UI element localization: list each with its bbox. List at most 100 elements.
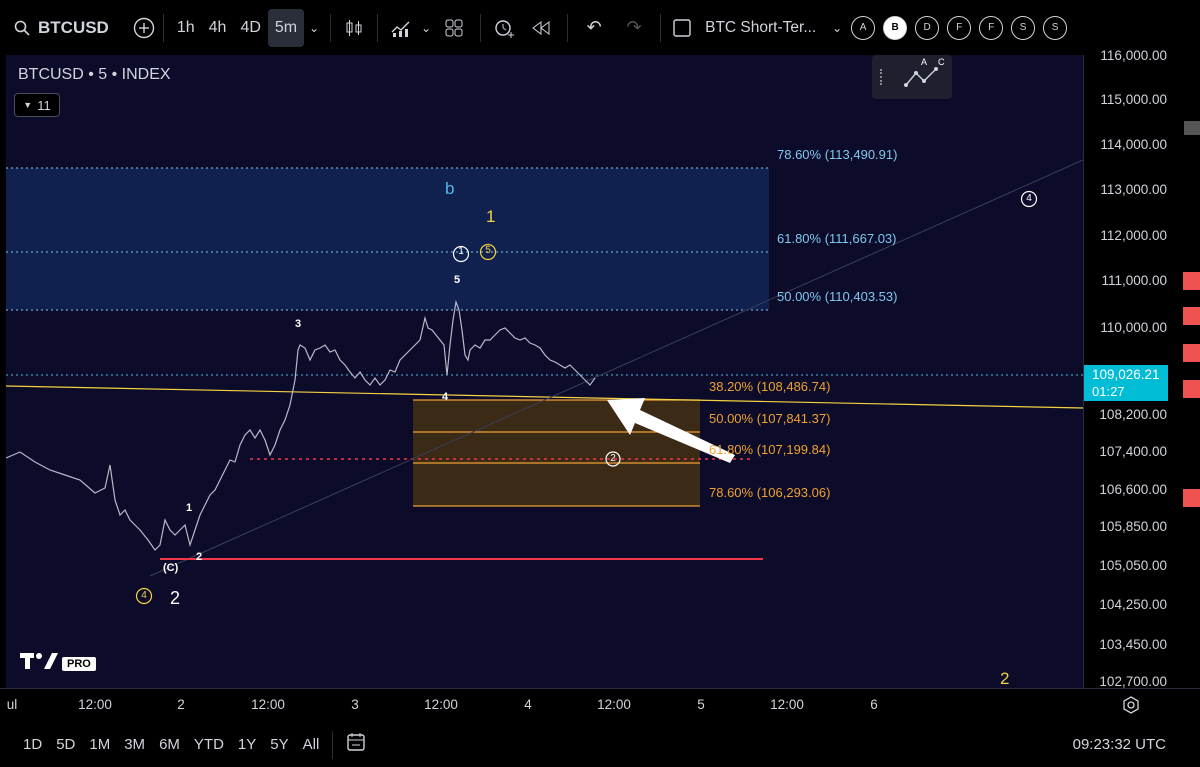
fib-upper-label-618: 61.80% (111,667.03) (777, 231, 897, 246)
wave-label-5: 5 (454, 274, 461, 286)
layout-name[interactable]: BTC Short-Ter... (705, 9, 827, 47)
time-label: ul (6, 697, 18, 712)
wave-label-1-yellow: 1 (486, 207, 496, 226)
replay-icon[interactable] (521, 9, 561, 47)
date-range-icon[interactable] (345, 731, 367, 758)
dropdown-icon[interactable]: ⌄ (418, 9, 434, 47)
price-label: 114,000.00 (1100, 137, 1167, 152)
add-symbol-icon[interactable] (131, 9, 157, 47)
time-axis[interactable]: ul 12:00 2 12:00 3 12:00 4 12:00 5 12:00… (0, 688, 1200, 723)
wave-label-1: 1 (186, 502, 193, 514)
range-ytd[interactable]: YTD (194, 736, 224, 753)
range-5y[interactable]: 5Y (270, 736, 288, 753)
tv-logo-mark (20, 652, 58, 675)
chart-pane[interactable]: 78.60% (113,490.91) 61.80% (111,667.03) … (6, 55, 1083, 688)
wave-label-b: b (445, 179, 455, 198)
time-label: 6 (870, 697, 878, 712)
fib-upper-zone (6, 168, 769, 310)
time-label: 12:00 (597, 697, 631, 712)
price-label: 105,850.00 (1099, 519, 1167, 534)
range-1y[interactable]: 1Y (238, 736, 256, 753)
utc-clock[interactable]: 09:23:32 UTC (1073, 736, 1166, 753)
range-all[interactable]: All (303, 736, 320, 753)
wave-label-2-small: 2 (196, 551, 203, 563)
letter-button-d[interactable]: D (915, 15, 940, 40)
scroll-handle[interactable] (1184, 121, 1200, 135)
redo-icon[interactable]: ↷ (614, 9, 654, 47)
price-label: 110,000.00 (1100, 320, 1167, 335)
time-label: 12:00 (424, 697, 458, 712)
price-label: 103,450.00 (1099, 637, 1167, 652)
alert-marker[interactable] (1183, 489, 1200, 507)
range-1d[interactable]: 1D (23, 736, 42, 753)
range-5d[interactable]: 5D (56, 736, 75, 753)
candles-icon[interactable] (337, 9, 371, 47)
interval-5m[interactable]: 5m (267, 8, 305, 47)
wave-circ4-right-text: 4 (1026, 193, 1032, 204)
interval-4h[interactable]: 4h (202, 9, 234, 47)
fib-lower-label-618: 61.80% (107,199.84) (709, 442, 831, 457)
letter-button-b[interactable]: B (883, 15, 908, 40)
search-icon[interactable] (12, 9, 32, 47)
fib-upper-label-500: 50.00% (110,403.53) (777, 289, 898, 304)
indicator-count: 11 (37, 97, 51, 113)
indicator-toggle[interactable]: ▼ 11 (14, 93, 60, 117)
price-axis[interactable]: 116,000.00 115,000.00 114,000.00 113,000… (1083, 48, 1200, 689)
price-label: 115,000.00 (1100, 92, 1167, 107)
time-label: 12:00 (251, 697, 285, 712)
interval-dropdown-icon[interactable]: ⌄ (304, 9, 324, 47)
time-label: 5 (697, 697, 705, 712)
time-label: 2 (177, 697, 185, 712)
layout-dropdown-icon[interactable]: ⌄ (827, 9, 847, 47)
time-label: 12:00 (78, 697, 112, 712)
letter-button-s2[interactable]: S (1043, 15, 1068, 40)
wave-label-3: 3 (295, 318, 302, 330)
wave-label-c: (C) (163, 562, 179, 574)
current-price-tag: 109,026.21 01:27 (1084, 365, 1168, 401)
interval-1h[interactable]: 1h (170, 9, 202, 47)
price-label: 116,000.00 (1100, 48, 1167, 63)
interval-4d[interactable]: 4D (233, 9, 267, 47)
alert-marker[interactable] (1183, 344, 1200, 362)
fib-lower-label-786: 78.60% (106,293.06) (709, 485, 831, 500)
price-label: 105,050.00 (1099, 558, 1167, 573)
templates-icon[interactable] (434, 9, 474, 47)
letter-button-f1[interactable]: F (947, 15, 972, 40)
letter-button-a[interactable]: A (851, 15, 876, 40)
range-6m[interactable]: 6M (159, 736, 180, 753)
time-label: 12:00 (770, 697, 804, 712)
drag-handle-icon[interactable] (880, 69, 885, 85)
range-1m[interactable]: 1M (89, 736, 110, 753)
indicators-icon[interactable] (384, 9, 418, 47)
fib-lower-zone (413, 400, 700, 506)
price-label: 102,700.00 (1099, 674, 1167, 689)
wave-circ5-text: 5 (485, 245, 491, 256)
price-label: 112,000.00 (1100, 228, 1167, 243)
symbol-name[interactable]: BTCUSD (38, 9, 109, 47)
chevron-down-icon: ▼ (23, 100, 33, 110)
wave-circ4-left-text: 4 (141, 590, 147, 601)
wave-label-2-big: 2 (170, 588, 181, 608)
settings-gear-icon[interactable] (1122, 696, 1140, 719)
chart-legend[interactable]: BTCUSD • 5 • INDEX (18, 66, 171, 84)
current-price-value: 109,026.21 (1092, 367, 1160, 382)
letter-button-s1[interactable]: S (1011, 15, 1036, 40)
wave-circ2-text: 2 (610, 453, 616, 464)
alert-marker[interactable] (1183, 380, 1200, 398)
price-label: 106,600.00 (1099, 482, 1167, 497)
fib-upper-label-786: 78.60% (113,490.91) (777, 147, 898, 162)
abc-drawing-widget[interactable]: A C (872, 55, 952, 99)
range-3m[interactable]: 3M (124, 736, 145, 753)
layout-square-icon[interactable] (667, 9, 697, 47)
candle-countdown: 01:27 (1092, 384, 1125, 399)
letter-button-f2[interactable]: F (979, 15, 1004, 40)
chart-canvas (6, 159, 1083, 605)
alert-icon[interactable] (487, 9, 521, 47)
tradingview-logo: PRO (20, 652, 96, 675)
alert-marker[interactable] (1183, 307, 1200, 325)
time-label: 4 (524, 697, 532, 712)
abc-label-a: A (921, 57, 928, 67)
undo-icon[interactable]: ↶ (574, 9, 614, 47)
alert-marker[interactable] (1183, 272, 1200, 290)
price-label: 111,000.00 (1101, 273, 1167, 288)
